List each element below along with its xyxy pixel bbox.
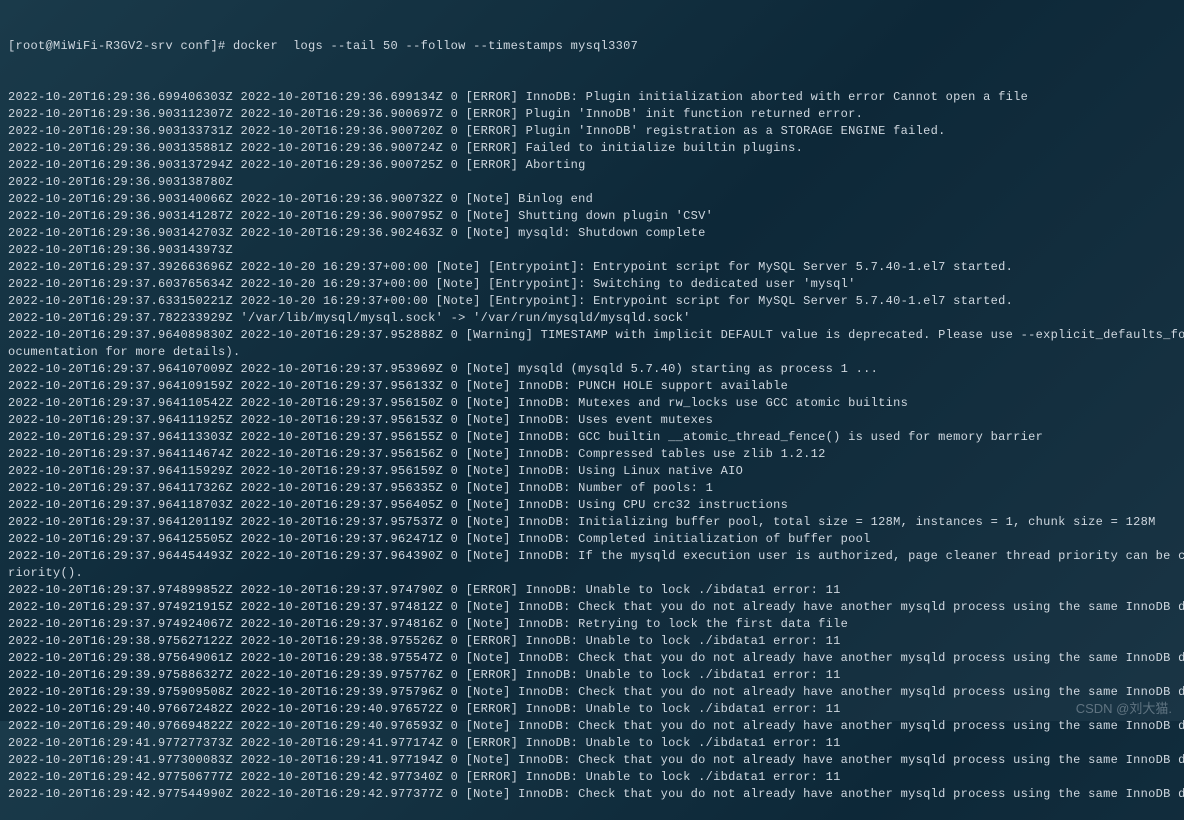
log-line: 2022-10-20T16:29:41.977277373Z 2022-10-2… (8, 735, 1176, 752)
log-line: 2022-10-20T16:29:38.975649061Z 2022-10-2… (8, 650, 1176, 667)
log-line: 2022-10-20T16:29:37.782233929Z '/var/lib… (8, 310, 1176, 327)
log-line: 2022-10-20T16:29:37.603765634Z 2022-10-2… (8, 276, 1176, 293)
terminal-output[interactable]: [root@MiWiFi-R3GV2-srv conf]# docker log… (8, 4, 1176, 820)
log-line: 2022-10-20T16:29:37.964117326Z 2022-10-2… (8, 480, 1176, 497)
log-line: 2022-10-20T16:29:37.964109159Z 2022-10-2… (8, 378, 1176, 395)
log-line: 2022-10-20T16:29:38.975627122Z 2022-10-2… (8, 633, 1176, 650)
log-line: 2022-10-20T16:29:37.964114674Z 2022-10-2… (8, 446, 1176, 463)
log-line: 2022-10-20T16:29:39.975909508Z 2022-10-2… (8, 684, 1176, 701)
log-line: riority(). (8, 565, 1176, 582)
log-line: 2022-10-20T16:29:37.633150221Z 2022-10-2… (8, 293, 1176, 310)
log-line: 2022-10-20T16:29:37.964125505Z 2022-10-2… (8, 531, 1176, 548)
log-line: 2022-10-20T16:29:37.964120119Z 2022-10-2… (8, 514, 1176, 531)
log-line: 2022-10-20T16:29:36.903142703Z 2022-10-2… (8, 225, 1176, 242)
log-line: 2022-10-20T16:29:37.964115929Z 2022-10-2… (8, 463, 1176, 480)
log-line: 2022-10-20T16:29:37.964111925Z 2022-10-2… (8, 412, 1176, 429)
log-line: ocumentation for more details). (8, 344, 1176, 361)
command-prompt: [root@MiWiFi-R3GV2-srv conf]# docker log… (8, 38, 1176, 55)
log-lines-container: 2022-10-20T16:29:36.699406303Z 2022-10-2… (8, 89, 1176, 803)
log-line: 2022-10-20T16:29:41.977300083Z 2022-10-2… (8, 752, 1176, 769)
log-line: 2022-10-20T16:29:37.964118703Z 2022-10-2… (8, 497, 1176, 514)
log-line: 2022-10-20T16:29:37.974924067Z 2022-10-2… (8, 616, 1176, 633)
log-line: 2022-10-20T16:29:36.903143973Z (8, 242, 1176, 259)
log-line: 2022-10-20T16:29:36.903141287Z 2022-10-2… (8, 208, 1176, 225)
watermark: CSDN @刘大猫. (1076, 700, 1172, 717)
log-line: 2022-10-20T16:29:37.974921915Z 2022-10-2… (8, 599, 1176, 616)
log-line: 2022-10-20T16:29:36.699406303Z 2022-10-2… (8, 89, 1176, 106)
log-line: 2022-10-20T16:29:39.975886327Z 2022-10-2… (8, 667, 1176, 684)
log-line: 2022-10-20T16:29:36.903135881Z 2022-10-2… (8, 140, 1176, 157)
log-line: 2022-10-20T16:29:40.976672482Z 2022-10-2… (8, 701, 1176, 718)
log-line: 2022-10-20T16:29:37.974899852Z 2022-10-2… (8, 582, 1176, 599)
log-line: 2022-10-20T16:29:36.903137294Z 2022-10-2… (8, 157, 1176, 174)
log-line: 2022-10-20T16:29:37.964113303Z 2022-10-2… (8, 429, 1176, 446)
log-line: 2022-10-20T16:29:37.964107009Z 2022-10-2… (8, 361, 1176, 378)
log-line: 2022-10-20T16:29:37.392663696Z 2022-10-2… (8, 259, 1176, 276)
log-line: 2022-10-20T16:29:42.977544990Z 2022-10-2… (8, 786, 1176, 803)
log-line: 2022-10-20T16:29:36.903112307Z 2022-10-2… (8, 106, 1176, 123)
log-line: 2022-10-20T16:29:42.977506777Z 2022-10-2… (8, 769, 1176, 786)
log-line: 2022-10-20T16:29:36.903133731Z 2022-10-2… (8, 123, 1176, 140)
log-line: 2022-10-20T16:29:37.964110542Z 2022-10-2… (8, 395, 1176, 412)
log-line: 2022-10-20T16:29:37.964454493Z 2022-10-2… (8, 548, 1176, 565)
log-line: 2022-10-20T16:29:37.964089830Z 2022-10-2… (8, 327, 1176, 344)
log-line: 2022-10-20T16:29:36.903140066Z 2022-10-2… (8, 191, 1176, 208)
log-line: 2022-10-20T16:29:36.903138780Z (8, 174, 1176, 191)
